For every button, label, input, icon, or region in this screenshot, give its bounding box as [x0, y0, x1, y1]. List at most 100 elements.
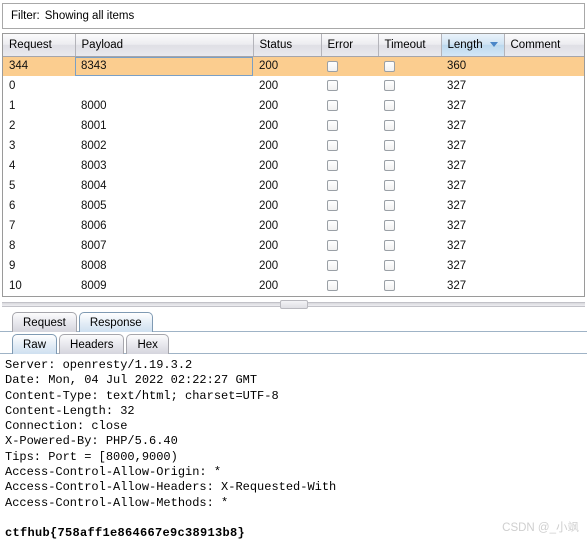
- cell-length: 327: [447, 220, 467, 232]
- table-row[interactable]: 10 8009 200 327: [3, 276, 584, 296]
- response-header-line: Access-Control-Allow-Origin: *: [5, 465, 222, 480]
- cell-error[interactable]: [321, 136, 378, 156]
- column-header-error[interactable]: Error: [321, 34, 379, 57]
- cell-payload: 8002: [81, 140, 107, 152]
- timeout-checkbox[interactable]: [384, 180, 395, 192]
- table-row[interactable]: 4 8003 200 327: [3, 156, 584, 176]
- timeout-checkbox[interactable]: [384, 60, 395, 72]
- timeout-checkbox[interactable]: [384, 120, 395, 132]
- cell-timeout[interactable]: [378, 276, 441, 296]
- cell-timeout[interactable]: [378, 216, 441, 236]
- cell-error[interactable]: [321, 236, 378, 256]
- tab-request-label: Request: [23, 317, 66, 329]
- cell-length: 327: [447, 240, 467, 252]
- results-table-body: 344 8343 200 360 0 200 327 1 8000 200 327 2 8001 200 3…: [3, 56, 584, 296]
- response-header-line: Connection: close: [5, 419, 128, 434]
- tab-raw[interactable]: Raw: [12, 334, 58, 354]
- cell-timeout[interactable]: [378, 56, 441, 76]
- timeout-checkbox[interactable]: [384, 100, 395, 112]
- cell-payload: 8000: [81, 100, 107, 112]
- cell-request: 10: [9, 280, 22, 292]
- cell-error[interactable]: [321, 156, 378, 176]
- cell-error[interactable]: [321, 76, 378, 96]
- table-row[interactable]: 6 8005 200 327: [3, 196, 584, 216]
- table-row[interactable]: 0 200 327: [3, 76, 584, 96]
- timeout-checkbox[interactable]: [384, 160, 395, 172]
- tab-request[interactable]: Request: [12, 312, 77, 332]
- cell-error[interactable]: [321, 196, 378, 216]
- filter-bar[interactable]: Filter: Showing all items: [2, 3, 585, 29]
- timeout-checkbox[interactable]: [384, 280, 395, 292]
- error-checkbox[interactable]: [327, 140, 338, 152]
- tab-headers[interactable]: Headers: [59, 334, 125, 354]
- error-checkbox[interactable]: [327, 200, 338, 212]
- timeout-checkbox[interactable]: [384, 80, 395, 92]
- column-header-request-label: Request: [9, 38, 52, 51]
- tab-hex[interactable]: Hex: [126, 334, 169, 354]
- splitter-grip[interactable]: [279, 300, 308, 309]
- cell-error[interactable]: [321, 56, 378, 76]
- table-row[interactable]: 5 8004 200 327: [3, 176, 584, 196]
- cell-timeout[interactable]: [378, 96, 441, 116]
- cell-status: 200: [259, 180, 279, 192]
- cell-timeout[interactable]: [378, 236, 441, 256]
- table-row[interactable]: 344 8343 200 360: [3, 56, 584, 76]
- cell-timeout[interactable]: [378, 136, 441, 156]
- timeout-checkbox[interactable]: [384, 240, 395, 252]
- cell-error[interactable]: [321, 256, 378, 276]
- tab-response[interactable]: Response: [78, 312, 153, 332]
- column-header-payload[interactable]: Payload: [75, 34, 254, 57]
- cell-timeout[interactable]: [378, 176, 441, 196]
- error-checkbox[interactable]: [327, 180, 338, 192]
- error-checkbox[interactable]: [327, 240, 338, 252]
- table-row[interactable]: 2 8001 200 327: [3, 116, 584, 136]
- column-header-length[interactable]: Length: [441, 34, 505, 57]
- error-checkbox[interactable]: [327, 60, 338, 72]
- response-header-line: Tips: Port = [8000,9000): [5, 449, 178, 464]
- cell-status: 200: [259, 120, 279, 132]
- cell-timeout[interactable]: [378, 256, 441, 276]
- table-row[interactable]: 3 8002 200 327: [3, 136, 584, 156]
- table-row[interactable]: 9 8008 200 327: [3, 256, 584, 276]
- error-checkbox[interactable]: [327, 160, 338, 172]
- tab-response-label: Response: [89, 317, 142, 329]
- error-checkbox[interactable]: [327, 120, 338, 132]
- timeout-checkbox[interactable]: [384, 140, 395, 152]
- results-table-container: Request Payload Status Error Timeout Len…: [2, 33, 585, 297]
- cell-error[interactable]: [321, 96, 378, 116]
- cell-error[interactable]: [321, 176, 378, 196]
- cell-timeout[interactable]: [378, 76, 441, 96]
- table-row[interactable]: 8 8007 200 327: [3, 236, 584, 256]
- error-checkbox[interactable]: [327, 100, 338, 112]
- error-checkbox[interactable]: [327, 280, 338, 292]
- cell-length: 327: [447, 140, 467, 152]
- cell-payload: 8005: [81, 200, 107, 212]
- timeout-checkbox[interactable]: [384, 220, 395, 232]
- cell-comment: [504, 116, 584, 136]
- column-header-timeout[interactable]: Timeout: [378, 34, 442, 57]
- cell-payload: 8008: [81, 260, 107, 272]
- error-checkbox[interactable]: [327, 260, 338, 272]
- cell-focus-outline: [75, 56, 253, 76]
- cell-error[interactable]: [321, 276, 378, 296]
- panel-splitter[interactable]: [2, 299, 585, 309]
- column-header-status[interactable]: Status: [253, 34, 322, 57]
- timeout-checkbox[interactable]: [384, 200, 395, 212]
- cell-timeout[interactable]: [378, 196, 441, 216]
- table-row[interactable]: 1 8000 200 327: [3, 96, 584, 116]
- cell-timeout[interactable]: [378, 116, 441, 136]
- response-raw-view[interactable]: Server: openresty/1.19.3.2 Date: Mon, 04 …: [2, 354, 585, 542]
- table-row[interactable]: 7 8006 200 327: [3, 216, 584, 236]
- cell-length: 327: [447, 160, 467, 172]
- column-header-comment[interactable]: Comment: [504, 34, 584, 57]
- cell-error[interactable]: [321, 216, 378, 236]
- error-checkbox[interactable]: [327, 220, 338, 232]
- cell-length: 327: [447, 180, 467, 192]
- cell-comment: [504, 56, 584, 76]
- error-checkbox[interactable]: [327, 80, 338, 92]
- column-header-error-label: Error: [327, 38, 354, 51]
- timeout-checkbox[interactable]: [384, 260, 395, 272]
- cell-error[interactable]: [321, 116, 378, 136]
- column-header-request[interactable]: Request: [3, 34, 76, 57]
- cell-timeout[interactable]: [378, 156, 441, 176]
